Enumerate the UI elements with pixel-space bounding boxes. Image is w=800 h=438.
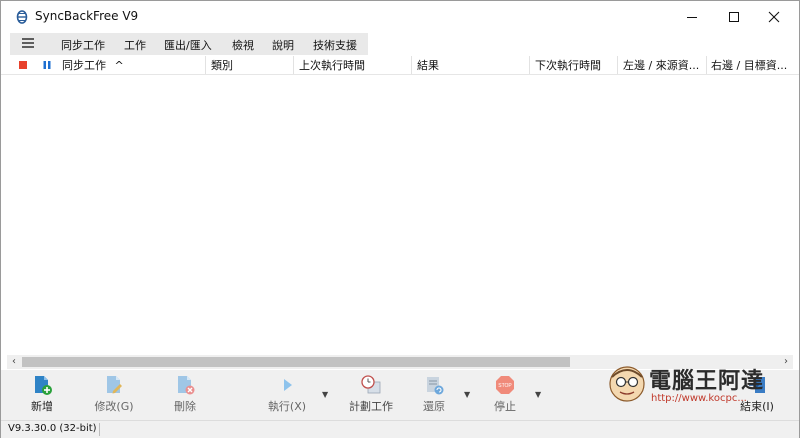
scroll-left-arrow-icon[interactable]: ‹: [7, 355, 21, 369]
status-bar: V9.3.30.0 (32-bit): [1, 420, 799, 438]
stop-button-label: 停止: [494, 400, 516, 413]
menu-item-help[interactable]: 說明: [272, 37, 294, 53]
syncback-logo-icon: [16, 10, 28, 24]
stop-dropdown-arrow-icon[interactable]: ▼: [535, 390, 541, 399]
schedule-clock-icon: [361, 375, 381, 394]
new-document-icon: [35, 376, 52, 395]
title-bar: SyncBackFree V9: [1, 1, 799, 32]
minimize-button[interactable]: [671, 1, 713, 32]
version-status: V9.3.30.0 (32-bit): [8, 423, 97, 434]
menu-bar: 同步工作 工作 匯出/匯入 檢視 說明 技術支援: [1, 32, 799, 56]
column-header-type[interactable]: 類別: [211, 57, 291, 73]
hamburger-menu-icon[interactable]: [21, 37, 35, 49]
column-divider[interactable]: [706, 56, 707, 74]
new-button-label: 新增: [31, 400, 53, 413]
app-window: SyncBackFree V9 同步工作 工作 匯出/匯入 檢視 說明 技術支援: [0, 0, 800, 438]
column-divider[interactable]: [293, 56, 294, 74]
column-header-job[interactable]: 同步工作 ^: [62, 57, 202, 73]
watermark-url: http://www.kocpc...: [651, 393, 747, 404]
delete-button[interactable]: 刪除: [155, 374, 215, 418]
watermark: 電腦王阿達 http://www.kocpc...: [605, 361, 783, 409]
restore-button-label: 還原: [423, 400, 445, 413]
maximize-icon: [729, 11, 739, 22]
pause-all-icon[interactable]: [42, 60, 52, 70]
menu-item-view[interactable]: 檢視: [232, 37, 254, 53]
stop-all-icon[interactable]: [18, 60, 28, 70]
run-button[interactable]: 執行(X): [257, 374, 317, 418]
restore-icon: [427, 377, 444, 395]
edit-document-icon: [107, 376, 122, 394]
column-header-last-run[interactable]: 上次執行時間: [299, 57, 409, 73]
delete-document-icon: [178, 376, 195, 395]
edit-button[interactable]: 修改(G): [84, 374, 144, 418]
column-divider[interactable]: [205, 56, 206, 74]
menu-item-export-import[interactable]: 匯出/匯入: [164, 37, 212, 53]
menu-item-sync-jobs[interactable]: 同步工作: [61, 37, 105, 53]
column-divider[interactable]: [411, 56, 412, 74]
status-divider: [99, 423, 100, 436]
column-header-job-label: 同步工作: [62, 59, 106, 72]
restore-button[interactable]: 還原: [404, 374, 464, 418]
restore-dropdown-arrow-icon[interactable]: ▼: [464, 390, 470, 399]
menu-item-job[interactable]: 工作: [124, 37, 146, 53]
column-divider[interactable]: [529, 56, 530, 74]
menu-item-support[interactable]: 技術支援: [313, 37, 357, 53]
watermark-text: 電腦王阿達: [649, 369, 765, 394]
delete-button-label: 刪除: [174, 400, 196, 413]
edit-button-label: 修改(G): [94, 400, 134, 413]
schedule-button[interactable]: 計劃工作: [341, 374, 401, 418]
run-dropdown-arrow-icon[interactable]: ▼: [322, 390, 328, 399]
stop-button[interactable]: STOP 停止: [475, 374, 535, 418]
close-button[interactable]: [753, 1, 795, 32]
close-icon: [768, 11, 780, 22]
schedule-button-label: 計劃工作: [349, 400, 393, 413]
job-list[interactable]: [1, 75, 799, 355]
new-button[interactable]: 新增: [12, 374, 72, 418]
svg-text:STOP: STOP: [498, 383, 512, 389]
column-header-next-run[interactable]: 下次執行時間: [535, 57, 615, 73]
watermark-mascot-icon: [609, 366, 645, 402]
sort-ascending-indicator: ^: [114, 59, 124, 72]
column-header-result[interactable]: 結果: [417, 57, 527, 73]
column-divider[interactable]: [617, 56, 618, 74]
stop-sign-icon: STOP: [496, 376, 514, 394]
column-header-right-destination[interactable]: 右邊 / 目標資...: [711, 57, 795, 73]
column-header-left-source[interactable]: 左邊 / 來源資...: [623, 57, 705, 73]
run-button-label: 執行(X): [267, 400, 307, 413]
maximize-button[interactable]: [713, 1, 755, 32]
window-title: SyncBackFree V9: [35, 9, 139, 23]
list-header: 同步工作 ^ 類別 上次執行時間 結果 下次執行時間 左邊 / 來源資... 右…: [1, 56, 799, 75]
scrollbar-thumb[interactable]: [22, 357, 570, 367]
play-icon: [284, 379, 292, 391]
minimize-icon: [687, 16, 697, 18]
